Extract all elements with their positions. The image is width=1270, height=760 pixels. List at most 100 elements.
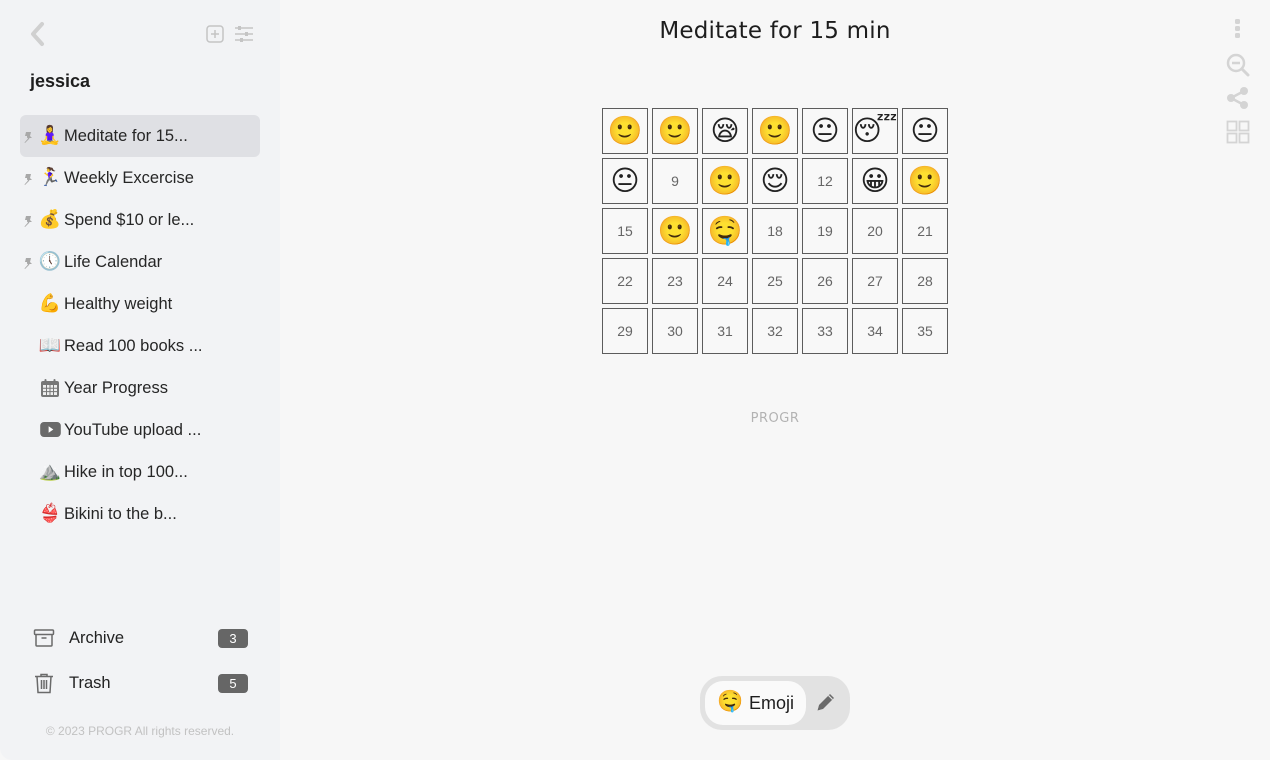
day-cell[interactable]: 31 — [702, 308, 748, 354]
grid-view-button[interactable] — [1226, 120, 1250, 144]
day-cell[interactable]: 🙂 — [902, 158, 948, 204]
item-emoji-icon: 🏃‍♀️ — [38, 167, 62, 188]
sidebar-item-label: Spend $10 or le... — [64, 211, 195, 229]
archive-button[interactable]: Archive 3 — [30, 623, 250, 653]
back-button[interactable] — [26, 20, 50, 48]
day-number: 26 — [817, 273, 833, 289]
item-emoji-icon: 💪 — [38, 293, 62, 314]
day-cell[interactable]: 30 — [652, 308, 698, 354]
day-cell[interactable]: 25 — [752, 258, 798, 304]
day-number: 29 — [617, 323, 633, 339]
day-emoji: 😐 — [810, 114, 840, 147]
day-emoji: 😐 — [610, 164, 640, 197]
trash-button[interactable]: Trash 5 — [30, 668, 250, 698]
archive-count-badge: 3 — [218, 628, 248, 648]
archive-icon — [33, 629, 55, 647]
mode-switcher: 🤤 Emoji — [700, 676, 850, 730]
day-cell[interactable]: 34 — [852, 308, 898, 354]
add-button[interactable] — [205, 24, 225, 44]
sidebar-item[interactable]: 💪 Healthy weight — [20, 283, 260, 325]
calendar-icon — [37, 367, 63, 398]
item-emoji-icon: 🧘‍♀️ — [38, 125, 62, 146]
day-number: 33 — [817, 323, 833, 339]
day-number: 28 — [917, 273, 933, 289]
emoji-mode-icon: 🤤 — [717, 689, 744, 713]
day-number: 12 — [817, 173, 833, 189]
day-cell[interactable]: 18 — [752, 208, 798, 254]
trash-count-badge: 5 — [218, 673, 248, 693]
sidebar-item[interactable]: 💰 Spend $10 or le... — [20, 199, 260, 241]
user-name: jessica — [30, 71, 91, 91]
day-cell[interactable]: 😴 — [852, 108, 898, 154]
day-cell[interactable]: 😀 — [852, 158, 898, 204]
day-cell[interactable]: 🙂 — [652, 108, 698, 154]
sliders-icon — [235, 26, 253, 42]
trash-icon — [35, 673, 53, 694]
pin-icon — [22, 213, 34, 227]
day-cell[interactable]: 32 — [752, 308, 798, 354]
sidebar-item[interactable]: 🏃‍♀️ Weekly Excercise — [20, 157, 260, 199]
day-cell[interactable]: 28 — [902, 258, 948, 304]
day-cell[interactable]: 😪 — [702, 108, 748, 154]
day-cell[interactable]: 9 — [652, 158, 698, 204]
day-cell[interactable]: 😐 — [802, 108, 848, 154]
more-options-button[interactable] — [1226, 16, 1250, 40]
emoji-mode-button[interactable]: 🤤 Emoji — [705, 681, 806, 725]
day-cell[interactable]: 24 — [702, 258, 748, 304]
sidebar-item[interactable]: 🧘‍♀️ Meditate for 15... — [20, 115, 260, 157]
archive-label: Archive — [69, 628, 125, 647]
sidebar: jessica 🧘‍♀️ Meditate for 15... 🏃‍♀️ Weekly… — [0, 0, 280, 760]
day-cell[interactable]: 🙂 — [702, 158, 748, 204]
sidebar-item-label: Hike in top 100... — [64, 463, 188, 481]
day-number: 27 — [867, 273, 883, 289]
sidebar-item[interactable]: Year Progress — [20, 367, 260, 409]
chevron-left-icon — [31, 22, 44, 46]
day-cell[interactable]: 12 — [802, 158, 848, 204]
sidebar-item[interactable]: ⛰️ Hike in top 100... — [20, 451, 260, 493]
day-cell[interactable]: 33 — [802, 308, 848, 354]
day-cell[interactable]: 20 — [852, 208, 898, 254]
day-cell[interactable]: 🤤 — [702, 208, 748, 254]
day-cell[interactable]: 🙂 — [602, 108, 648, 154]
day-number: 31 — [717, 323, 733, 339]
day-cell[interactable]: 23 — [652, 258, 698, 304]
day-cell[interactable]: 🙂 — [752, 108, 798, 154]
day-cell[interactable]: 29 — [602, 308, 648, 354]
day-emoji: 🙂 — [907, 164, 943, 197]
day-number: 15 — [617, 223, 633, 239]
sidebar-item[interactable]: YouTube upload ... — [20, 409, 260, 451]
day-cell[interactable]: 26 — [802, 258, 848, 304]
day-cell[interactable]: 🙂 — [652, 208, 698, 254]
day-cell[interactable]: 27 — [852, 258, 898, 304]
grid-view-icon — [1226, 120, 1250, 144]
sidebar-item[interactable]: 👙 Bikini to the b... — [20, 493, 260, 535]
share-button[interactable] — [1226, 86, 1250, 110]
day-cell[interactable]: 35 — [902, 308, 948, 354]
day-cell[interactable]: 21 — [902, 208, 948, 254]
day-emoji: 🤤 — [707, 214, 743, 247]
sidebar-item-label: YouTube upload ... — [64, 421, 202, 439]
day-emoji: 🙂 — [757, 114, 793, 147]
day-cell[interactable]: 😐 — [902, 108, 948, 154]
day-cell[interactable]: 22 — [602, 258, 648, 304]
zoom-out-icon — [1226, 53, 1250, 77]
filter-settings-button[interactable] — [234, 24, 254, 44]
zoom-out-button[interactable] — [1226, 53, 1250, 77]
day-emoji: 😪 — [710, 114, 740, 147]
day-number: 19 — [817, 223, 833, 239]
sidebar-item[interactable]: 🕔 Life Calendar — [20, 241, 260, 283]
item-emoji-icon: 💰 — [38, 209, 62, 230]
item-emoji-icon: 👙 — [38, 503, 62, 524]
day-cell[interactable]: 15 — [602, 208, 648, 254]
day-cell[interactable]: 19 — [802, 208, 848, 254]
sidebar-item-label: Bikini to the b... — [64, 505, 177, 523]
day-emoji: 😴 — [852, 114, 898, 147]
pencil-mode-button[interactable] — [815, 691, 837, 713]
day-cell[interactable]: 😌 — [752, 158, 798, 204]
sidebar-item[interactable]: 📖 Read 100 books ... — [20, 325, 260, 367]
day-cell[interactable]: 😐 — [602, 158, 648, 204]
pin-icon — [22, 255, 34, 269]
sidebar-item-label: Life Calendar — [64, 253, 163, 271]
sidebar-item-label: Healthy weight — [64, 295, 173, 313]
day-number: 25 — [767, 273, 783, 289]
